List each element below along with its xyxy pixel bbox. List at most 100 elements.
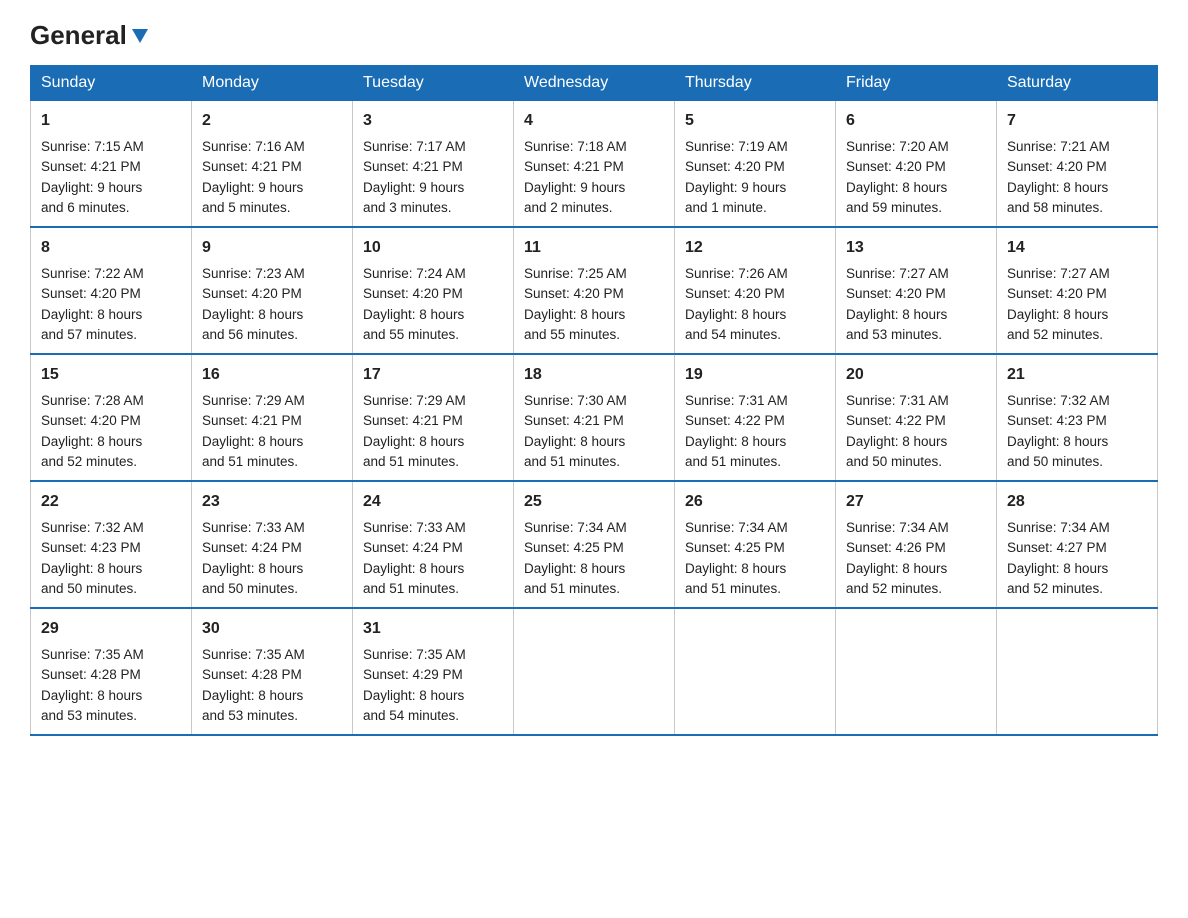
sunrise-time: Sunrise: 7:15 AM xyxy=(41,139,144,154)
calendar-cell: 18 Sunrise: 7:30 AM Sunset: 4:21 PM Dayl… xyxy=(514,354,675,481)
day-number: 8 xyxy=(41,236,181,260)
day-number: 26 xyxy=(685,490,825,514)
sunset-time: Sunset: 4:22 PM xyxy=(685,413,785,428)
sunrise-time: Sunrise: 7:23 AM xyxy=(202,266,305,281)
day-header-sunday: Sunday xyxy=(31,66,192,101)
daylight-minutes: and 55 minutes. xyxy=(524,327,620,342)
daylight-minutes: and 58 minutes. xyxy=(1007,200,1103,215)
sunrise-time: Sunrise: 7:26 AM xyxy=(685,266,788,281)
day-number: 25 xyxy=(524,490,664,514)
sunrise-time: Sunrise: 7:28 AM xyxy=(41,393,144,408)
day-number: 13 xyxy=(846,236,986,260)
daylight-minutes: and 51 minutes. xyxy=(363,454,459,469)
sunset-time: Sunset: 4:21 PM xyxy=(524,413,624,428)
day-number: 31 xyxy=(363,617,503,641)
daylight-minutes: and 51 minutes. xyxy=(524,581,620,596)
day-number: 19 xyxy=(685,363,825,387)
week-row-3: 15 Sunrise: 7:28 AM Sunset: 4:20 PM Dayl… xyxy=(31,354,1158,481)
daylight-minutes: and 53 minutes. xyxy=(846,327,942,342)
calendar-cell: 31 Sunrise: 7:35 AM Sunset: 4:29 PM Dayl… xyxy=(353,608,514,735)
sunset-time: Sunset: 4:20 PM xyxy=(41,286,141,301)
sunrise-time: Sunrise: 7:29 AM xyxy=(202,393,305,408)
day-header-monday: Monday xyxy=(192,66,353,101)
calendar-cell: 6 Sunrise: 7:20 AM Sunset: 4:20 PM Dayli… xyxy=(836,101,997,228)
daylight-minutes: and 57 minutes. xyxy=(41,327,137,342)
daylight-hours: Daylight: 8 hours xyxy=(524,561,625,576)
sunset-time: Sunset: 4:21 PM xyxy=(41,159,141,174)
sunset-time: Sunset: 4:22 PM xyxy=(846,413,946,428)
logo-general-text: General xyxy=(30,20,127,51)
sunset-time: Sunset: 4:23 PM xyxy=(41,540,141,555)
day-number: 23 xyxy=(202,490,342,514)
day-number: 10 xyxy=(363,236,503,260)
sunrise-time: Sunrise: 7:33 AM xyxy=(363,520,466,535)
calendar-cell: 12 Sunrise: 7:26 AM Sunset: 4:20 PM Dayl… xyxy=(675,227,836,354)
day-number: 7 xyxy=(1007,109,1147,133)
sunset-time: Sunset: 4:21 PM xyxy=(524,159,624,174)
week-row-5: 29 Sunrise: 7:35 AM Sunset: 4:28 PM Dayl… xyxy=(31,608,1158,735)
page-header: General xyxy=(30,20,1158,47)
daylight-hours: Daylight: 8 hours xyxy=(685,307,786,322)
calendar-cell: 7 Sunrise: 7:21 AM Sunset: 4:20 PM Dayli… xyxy=(997,101,1158,228)
sunrise-time: Sunrise: 7:27 AM xyxy=(846,266,949,281)
day-number: 27 xyxy=(846,490,986,514)
calendar-cell: 28 Sunrise: 7:34 AM Sunset: 4:27 PM Dayl… xyxy=(997,481,1158,608)
daylight-minutes: and 50 minutes. xyxy=(41,581,137,596)
sunrise-time: Sunrise: 7:35 AM xyxy=(202,647,305,662)
day-number: 6 xyxy=(846,109,986,133)
daylight-hours: Daylight: 8 hours xyxy=(202,561,303,576)
sunset-time: Sunset: 4:25 PM xyxy=(685,540,785,555)
calendar-cell: 23 Sunrise: 7:33 AM Sunset: 4:24 PM Dayl… xyxy=(192,481,353,608)
daylight-minutes: and 51 minutes. xyxy=(685,581,781,596)
daylight-minutes: and 5 minutes. xyxy=(202,200,291,215)
daylight-hours: Daylight: 8 hours xyxy=(846,561,947,576)
day-number: 3 xyxy=(363,109,503,133)
sunrise-time: Sunrise: 7:35 AM xyxy=(41,647,144,662)
sunrise-time: Sunrise: 7:27 AM xyxy=(1007,266,1110,281)
sunrise-time: Sunrise: 7:31 AM xyxy=(685,393,788,408)
sunrise-time: Sunrise: 7:16 AM xyxy=(202,139,305,154)
calendar-header: SundayMondayTuesdayWednesdayThursdayFrid… xyxy=(31,66,1158,101)
calendar-cell: 15 Sunrise: 7:28 AM Sunset: 4:20 PM Dayl… xyxy=(31,354,192,481)
sunset-time: Sunset: 4:20 PM xyxy=(524,286,624,301)
calendar-cell: 25 Sunrise: 7:34 AM Sunset: 4:25 PM Dayl… xyxy=(514,481,675,608)
sunrise-time: Sunrise: 7:24 AM xyxy=(363,266,466,281)
sunrise-time: Sunrise: 7:20 AM xyxy=(846,139,949,154)
sunset-time: Sunset: 4:20 PM xyxy=(363,286,463,301)
day-number: 29 xyxy=(41,617,181,641)
sunrise-time: Sunrise: 7:17 AM xyxy=(363,139,466,154)
sunset-time: Sunset: 4:20 PM xyxy=(685,286,785,301)
calendar-cell: 10 Sunrise: 7:24 AM Sunset: 4:20 PM Dayl… xyxy=(353,227,514,354)
day-number: 17 xyxy=(363,363,503,387)
sunrise-time: Sunrise: 7:34 AM xyxy=(524,520,627,535)
day-number: 22 xyxy=(41,490,181,514)
day-number: 12 xyxy=(685,236,825,260)
daylight-hours: Daylight: 9 hours xyxy=(41,180,142,195)
calendar-cell xyxy=(997,608,1158,735)
day-header-thursday: Thursday xyxy=(675,66,836,101)
calendar-cell: 14 Sunrise: 7:27 AM Sunset: 4:20 PM Dayl… xyxy=(997,227,1158,354)
daylight-minutes: and 51 minutes. xyxy=(685,454,781,469)
daylight-minutes: and 53 minutes. xyxy=(41,708,137,723)
sunrise-time: Sunrise: 7:32 AM xyxy=(1007,393,1110,408)
calendar-cell: 16 Sunrise: 7:29 AM Sunset: 4:21 PM Dayl… xyxy=(192,354,353,481)
daylight-hours: Daylight: 8 hours xyxy=(363,434,464,449)
calendar-cell: 11 Sunrise: 7:25 AM Sunset: 4:20 PM Dayl… xyxy=(514,227,675,354)
calendar-cell: 27 Sunrise: 7:34 AM Sunset: 4:26 PM Dayl… xyxy=(836,481,997,608)
calendar-cell: 19 Sunrise: 7:31 AM Sunset: 4:22 PM Dayl… xyxy=(675,354,836,481)
logo: General xyxy=(30,20,151,47)
daylight-minutes: and 3 minutes. xyxy=(363,200,452,215)
daylight-minutes: and 50 minutes. xyxy=(1007,454,1103,469)
calendar-cell: 21 Sunrise: 7:32 AM Sunset: 4:23 PM Dayl… xyxy=(997,354,1158,481)
daylight-minutes: and 56 minutes. xyxy=(202,327,298,342)
sunrise-time: Sunrise: 7:19 AM xyxy=(685,139,788,154)
daylight-hours: Daylight: 8 hours xyxy=(685,561,786,576)
sunrise-time: Sunrise: 7:31 AM xyxy=(846,393,949,408)
day-number: 15 xyxy=(41,363,181,387)
sunset-time: Sunset: 4:20 PM xyxy=(846,286,946,301)
daylight-minutes: and 52 minutes. xyxy=(846,581,942,596)
daylight-minutes: and 59 minutes. xyxy=(846,200,942,215)
day-header-saturday: Saturday xyxy=(997,66,1158,101)
calendar-cell: 26 Sunrise: 7:34 AM Sunset: 4:25 PM Dayl… xyxy=(675,481,836,608)
calendar-cell: 24 Sunrise: 7:33 AM Sunset: 4:24 PM Dayl… xyxy=(353,481,514,608)
